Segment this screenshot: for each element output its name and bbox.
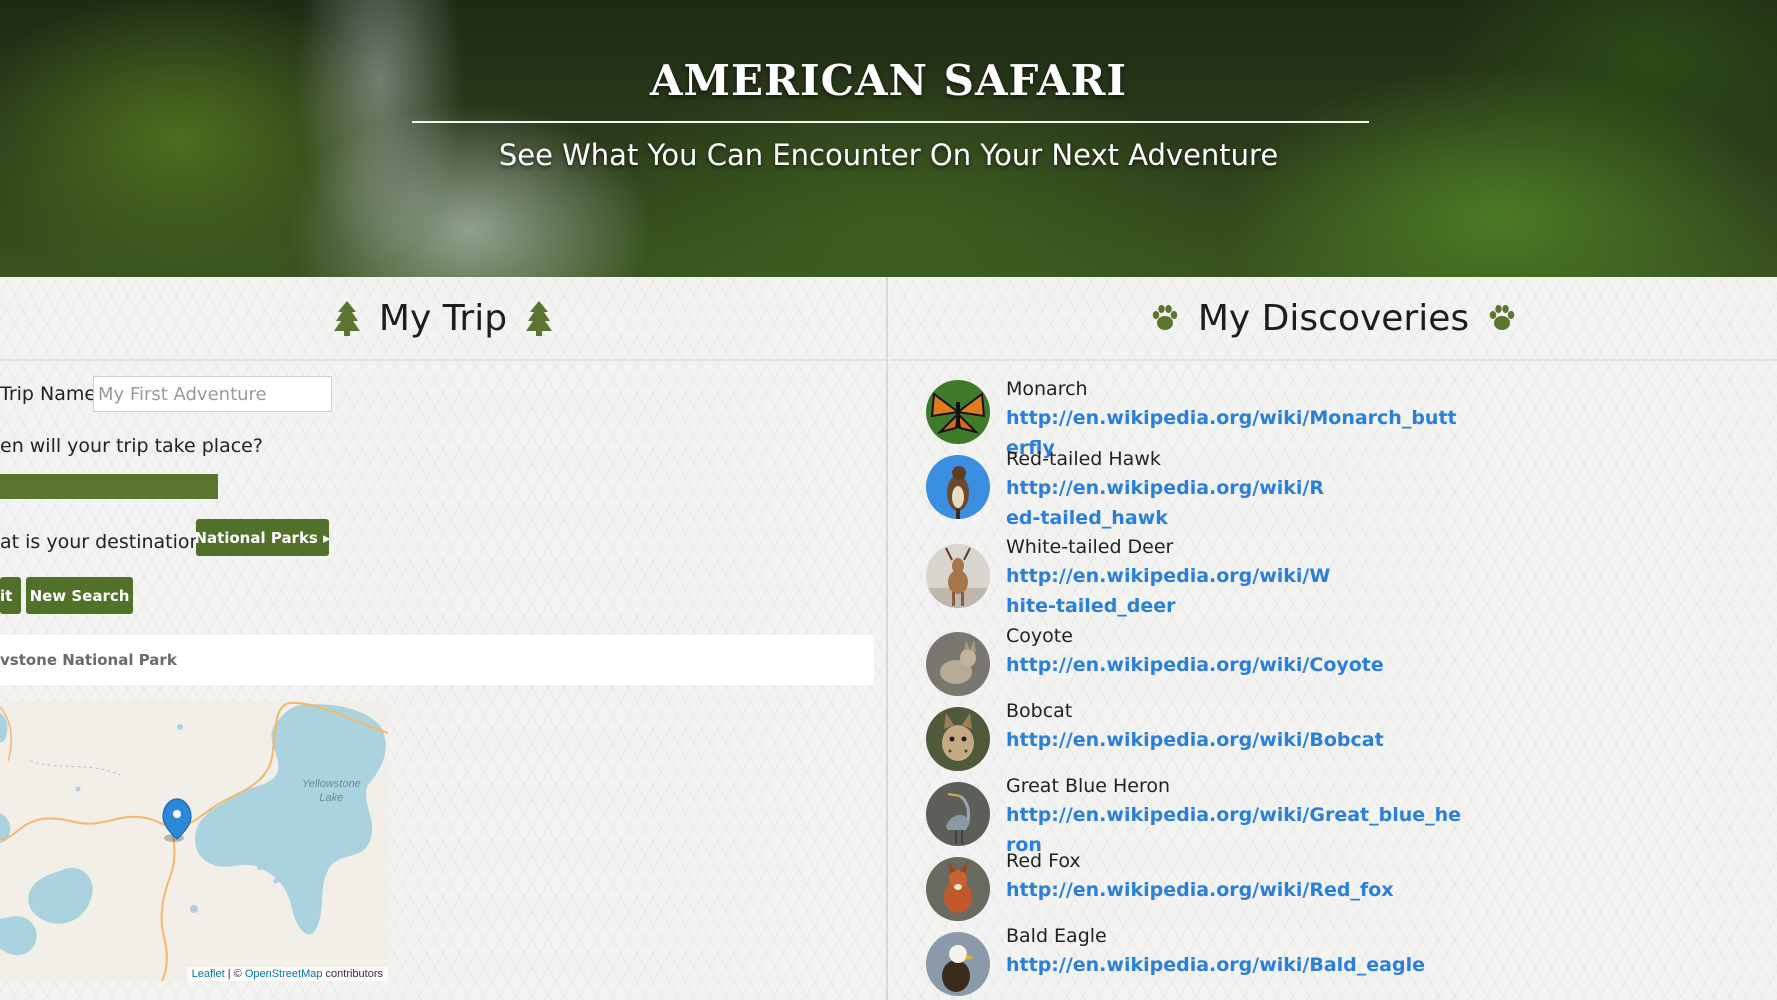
new-search-button[interactable]: New Search bbox=[26, 577, 133, 614]
discoveries-panel: My Discoveries Monarch http://en.wikiped… bbox=[890, 277, 1777, 1000]
discovery-name: Bald Eagle bbox=[1006, 925, 1107, 947]
discovery-name: Great Blue Heron bbox=[1006, 775, 1171, 797]
hero-banner: AMERICAN SAFARI See What You Can Encount… bbox=[0, 0, 1777, 277]
national-parks-button[interactable]: National Parks ▸ bbox=[196, 519, 329, 556]
discovery-link[interactable]: http://en.wikipedia.org/wiki/Bobcat bbox=[1006, 725, 1466, 755]
destination-question: at is your destination? bbox=[0, 531, 212, 553]
selected-park: vstone National Park bbox=[0, 635, 874, 685]
map-tiles bbox=[0, 701, 388, 981]
title-divider bbox=[412, 121, 1369, 123]
bald-eagle-thumbnail bbox=[926, 932, 990, 996]
trip-date-picker[interactable] bbox=[0, 474, 218, 499]
lake-label: Yellowstone Lake bbox=[302, 778, 361, 804]
trip-panel-header: My Trip bbox=[0, 277, 886, 361]
discovery-name: Red-tailed Hawk bbox=[1006, 448, 1161, 470]
monarch-thumbnail bbox=[926, 380, 990, 444]
coyote-thumbnail bbox=[926, 632, 990, 696]
discovery-link[interactable]: http://en.wikipedia.org/wiki/Red_fox bbox=[1006, 875, 1466, 905]
red-fox-thumbnail bbox=[926, 857, 990, 921]
park-map[interactable]: Yellowstone Lake Leaflet | © OpenStreetMa… bbox=[0, 701, 388, 981]
tree-icon bbox=[526, 301, 553, 336]
discovery-name: Bobcat bbox=[1006, 700, 1073, 722]
trip-date-question: en will your trip take place? bbox=[0, 435, 263, 457]
discovery-name: Monarch bbox=[1006, 378, 1088, 400]
discovery-name: Red Fox bbox=[1006, 850, 1081, 872]
paw-icon bbox=[1489, 305, 1515, 330]
site-title: AMERICAN SAFARI bbox=[649, 56, 1128, 105]
osm-link[interactable]: OpenStreetMap bbox=[245, 968, 323, 980]
map-marker-icon[interactable] bbox=[162, 798, 192, 842]
trip-panel: My Trip Trip Name en will your trip take… bbox=[0, 277, 888, 1000]
discovery-name: Coyote bbox=[1006, 625, 1073, 647]
discovery-name: White-tailed Deer bbox=[1006, 536, 1174, 558]
white-tailed-deer-thumbnail bbox=[926, 544, 990, 608]
red-tailed-hawk-thumbnail bbox=[926, 455, 990, 519]
discovery-link[interactable]: http://en.wikipedia.org/wiki/Bald_eagle bbox=[1006, 950, 1466, 980]
trip-name-label: Trip Name bbox=[0, 383, 97, 405]
trip-panel-title: My Trip bbox=[378, 297, 508, 339]
discoveries-panel-header: My Discoveries bbox=[890, 277, 1777, 361]
attribution-separator: | © bbox=[224, 968, 245, 980]
discovery-link[interactable]: http://en.wikipedia.org/wiki/Red-tailed_… bbox=[1006, 473, 1336, 533]
discoveries-panel-title: My Discoveries bbox=[1197, 297, 1470, 339]
discovery-link[interactable]: http://en.wikipedia.org/wiki/White-taile… bbox=[1006, 561, 1336, 621]
submit-button[interactable]: it bbox=[0, 577, 21, 614]
map-attribution: Leaflet | © OpenStreetMap contributors bbox=[186, 967, 388, 981]
paw-icon bbox=[1152, 305, 1178, 330]
trip-name-input[interactable] bbox=[93, 376, 332, 412]
great-blue-heron-thumbnail bbox=[926, 782, 990, 846]
attribution-suffix: contributors bbox=[322, 968, 383, 980]
discovery-link[interactable]: http://en.wikipedia.org/wiki/Coyote bbox=[1006, 650, 1466, 680]
leaflet-link[interactable]: Leaflet bbox=[192, 968, 225, 980]
bobcat-thumbnail bbox=[926, 707, 990, 771]
tree-icon bbox=[333, 301, 360, 336]
site-subtitle: See What You Can Encounter On Your Next … bbox=[498, 138, 1279, 172]
